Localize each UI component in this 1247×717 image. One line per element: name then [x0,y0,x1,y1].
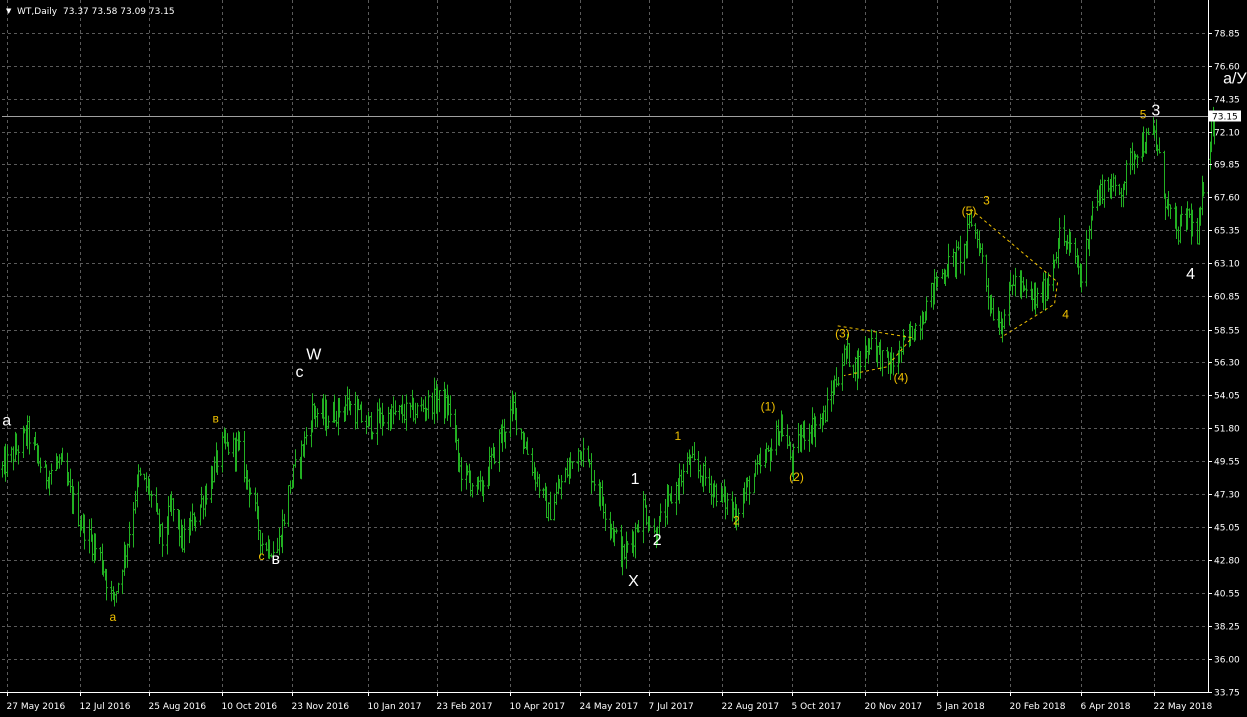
price-chart[interactable]: aaвcвcW12X12(1)(2)(3)(4)(5)34534a/Ув/Уc/… [0,0,1247,717]
collapse-arrow-icon[interactable]: ▼ [6,7,12,15]
wave-label: в [272,551,281,568]
chart-background [0,0,1247,717]
wave-label: (4) [894,370,909,384]
wave-label: 5 [1140,107,1147,121]
y-tick-label: 36.00 [1214,656,1240,666]
y-tick-label: 78.85 [1214,30,1240,40]
y-tick-label: 40.55 [1214,590,1240,600]
symbol-timeframe: WT,Daily [17,7,58,17]
current-price-tag: 73.15 [1209,110,1241,123]
y-tick-label: 72.10 [1214,129,1240,139]
x-tick-label: 25 Aug 2016 [149,702,207,712]
wave-label: (5) [962,204,977,218]
x-tick-label: 23 Feb 2017 [437,702,493,712]
x-tick-label: 10 Jan 2017 [368,702,422,712]
wave-label: (3) [835,327,850,341]
y-tick-label: 45.05 [1214,524,1240,534]
y-tick-label: 56.30 [1214,359,1240,369]
y-tick-label: 67.60 [1214,194,1240,204]
ohlc-values: 73.37 73.58 73.09 73.15 [63,7,175,17]
wave-label: a [2,412,11,429]
wave-label: c [296,364,304,381]
x-tick-label: 5 Jan 2018 [937,702,985,712]
x-tick-label: 10 Apr 2017 [510,702,566,712]
x-tick-label: 24 May 2017 [580,702,639,712]
y-tick-label: 63.10 [1214,260,1240,270]
x-tick-label: 22 May 2018 [1154,702,1213,712]
wave-label: 3 [983,194,990,208]
wave-label: 1 [631,471,640,488]
y-tick-label: 69.85 [1214,161,1240,171]
y-tick-label: 76.60 [1214,63,1240,73]
x-tick-label: 5 Oct 2017 [792,702,842,712]
y-tick-label: 47.30 [1214,491,1240,501]
y-tick-label: 60.85 [1214,293,1240,303]
y-tick-label: 38.25 [1214,623,1240,633]
wave-label: 2 [733,514,740,528]
wave-label: a/У [1223,70,1247,87]
wave-label: W [306,347,322,364]
wave-label: 4 [1062,308,1069,322]
wave-label: a [109,610,116,624]
wave-label: 1 [674,429,681,443]
y-tick-label: 51.80 [1214,425,1240,435]
x-tick-label: 6 Apr 2018 [1081,702,1131,712]
wave-label: c [259,549,265,563]
y-tick-label: 33.75 [1214,689,1240,699]
wave-label: X [628,573,639,590]
y-tick-label: 58.55 [1214,327,1240,337]
wave-label: (2) [789,470,804,484]
wave-label: (1) [761,400,776,414]
chart-title: ▼ WT,Daily 73.37 73.58 73.09 73.15 [6,7,175,17]
y-tick-label: 49.55 [1214,458,1240,468]
x-tick-label: 12 Jul 2016 [80,702,131,712]
x-tick-label: 23 Nov 2016 [292,702,350,712]
x-tick-label: 27 May 2016 [7,702,66,712]
y-tick-label: 42.80 [1214,557,1240,567]
wave-label: 4 [1186,266,1195,283]
y-tick-label: 54.05 [1214,392,1240,402]
wave-label: 2 [653,532,662,549]
y-tick-label: 65.35 [1214,227,1240,237]
x-tick-label: 20 Nov 2017 [865,702,923,712]
y-tick-label: 74.35 [1214,96,1240,106]
x-tick-label: 20 Feb 2018 [1010,702,1066,712]
x-tick-label: 22 Aug 2017 [722,702,780,712]
x-tick-label: 10 Oct 2016 [222,702,278,712]
x-tick-label: 7 Jul 2017 [649,702,694,712]
wave-label: в [212,411,218,425]
current-price-label: 73.15 [1212,113,1238,123]
